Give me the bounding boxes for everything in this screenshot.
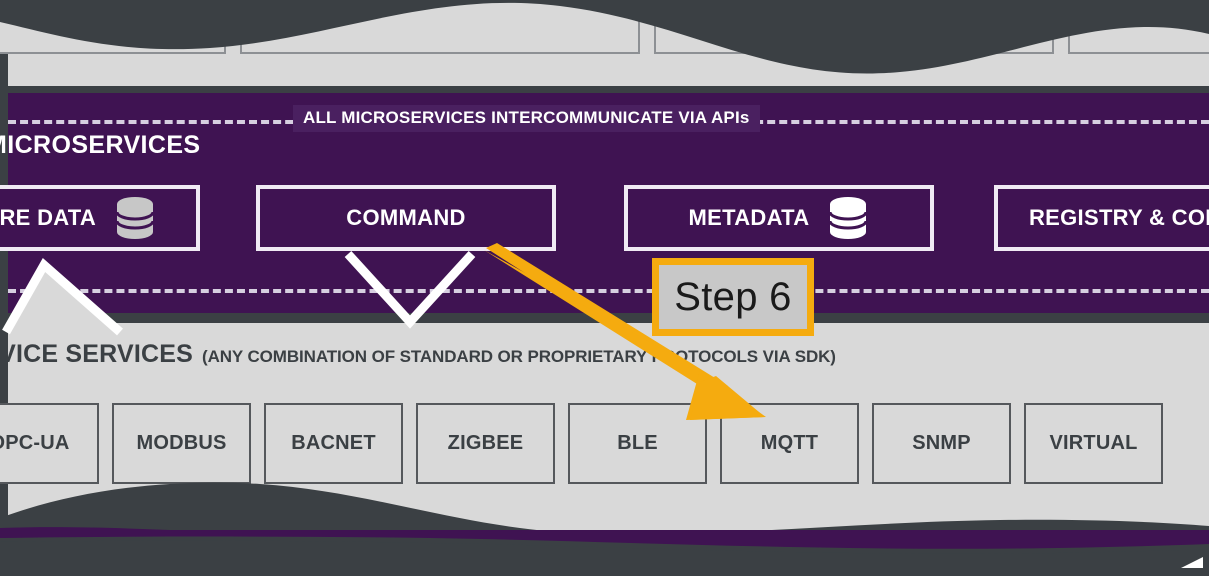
top-band-box-engine[interactable]: ENGINE	[0, 0, 226, 54]
api-intercommunication-note: ALL MICROSERVICES INTERCOMMUNICATE VIA A…	[293, 105, 760, 132]
protocol-box-mqtt[interactable]: MQTT	[720, 403, 859, 484]
microservice-box-core-data[interactable]: CORE DATA	[0, 185, 200, 251]
protocol-box-bacnet[interactable]: BACNET	[264, 403, 403, 484]
resize-grip-icon[interactable]	[1181, 557, 1203, 568]
database-icon	[828, 197, 868, 239]
step-callout-label: Step 6	[652, 258, 814, 336]
microservices-band: ALL MICROSERVICES INTERCOMMUNICATE VIA A…	[0, 93, 1209, 313]
top-band-inner: ENGINE ALERTS & NOTIFICATIONS	[0, 0, 1209, 88]
protocol-label: OPC-UA	[0, 432, 70, 454]
protocol-box-ble[interactable]: BLE	[568, 403, 707, 484]
protocol-label: BACNET	[291, 432, 376, 454]
microservice-box-metadata[interactable]: METADATA	[624, 185, 934, 251]
protocol-label: MQTT	[760, 432, 819, 454]
microservice-box-command-label: COMMAND	[346, 205, 466, 230]
microservice-box-registry-config-label: REGISTRY & CONFIG	[1028, 205, 1209, 230]
top-band-box-alerts[interactable]: ALERTS & NOTIFICATIONS	[654, 0, 1054, 54]
top-band-box-4[interactable]	[1068, 0, 1209, 54]
dashed-divider-bottom	[8, 289, 1209, 293]
protocol-box-snmp[interactable]: SNMP	[872, 403, 1011, 484]
device-services-band: DEVICE SERVICES (ANY COMBINATION OF STAN…	[0, 323, 1209, 535]
microservices-title: MICROSERVICES	[0, 131, 201, 159]
step-callout-text: Step 6	[674, 274, 792, 319]
top-separator	[8, 86, 1209, 93]
microservice-box-command[interactable]: COMMAND	[256, 185, 556, 251]
protocol-box-modbus[interactable]: MODBUS	[112, 403, 251, 484]
protocol-label: MODBUS	[136, 432, 227, 454]
protocol-label: SNMP	[912, 432, 971, 454]
microservice-box-core-data-label: CORE DATA	[0, 205, 97, 230]
device-services-title: DEVICE SERVICES	[0, 340, 194, 368]
protocol-box-zigbee[interactable]: ZIGBEE	[416, 403, 555, 484]
purple-bottom-separator	[8, 313, 1209, 323]
top-band: ENGINE ALERTS & NOTIFICATIONS	[0, 0, 1209, 88]
top-band-box-alerts-label: ALERTS & NOTIFICATIONS	[721, 0, 987, 17]
database-icon	[115, 197, 155, 239]
protocol-box-row: OPC-UA MODBUS BACNET ZIGBEE BLE MQTT SNM…	[0, 403, 1163, 484]
diagram-canvas: ENGINE ALERTS & NOTIFICATIONS ALL MICROS…	[0, 0, 1209, 576]
protocol-label: ZIGBEE	[447, 432, 524, 454]
protocol-label: BLE	[617, 432, 658, 454]
microservice-box-metadata-label: METADATA	[688, 205, 810, 230]
protocol-box-virtual[interactable]: VIRTUAL	[1024, 403, 1163, 484]
device-services-subtitle: (ANY COMBINATION OF STANDARD OR PROPRIET…	[202, 347, 836, 366]
microservice-box-registry-config[interactable]: REGISTRY & CONFIG	[994, 185, 1209, 251]
top-band-box-engine-label: ENGINE	[0, 0, 65, 17]
device-services-heading: DEVICE SERVICES (ANY COMBINATION OF STAN…	[0, 340, 836, 369]
protocol-label: VIRTUAL	[1049, 432, 1138, 454]
top-band-box-2[interactable]	[240, 0, 640, 54]
protocol-box-opc-ua[interactable]: OPC-UA	[0, 403, 99, 484]
